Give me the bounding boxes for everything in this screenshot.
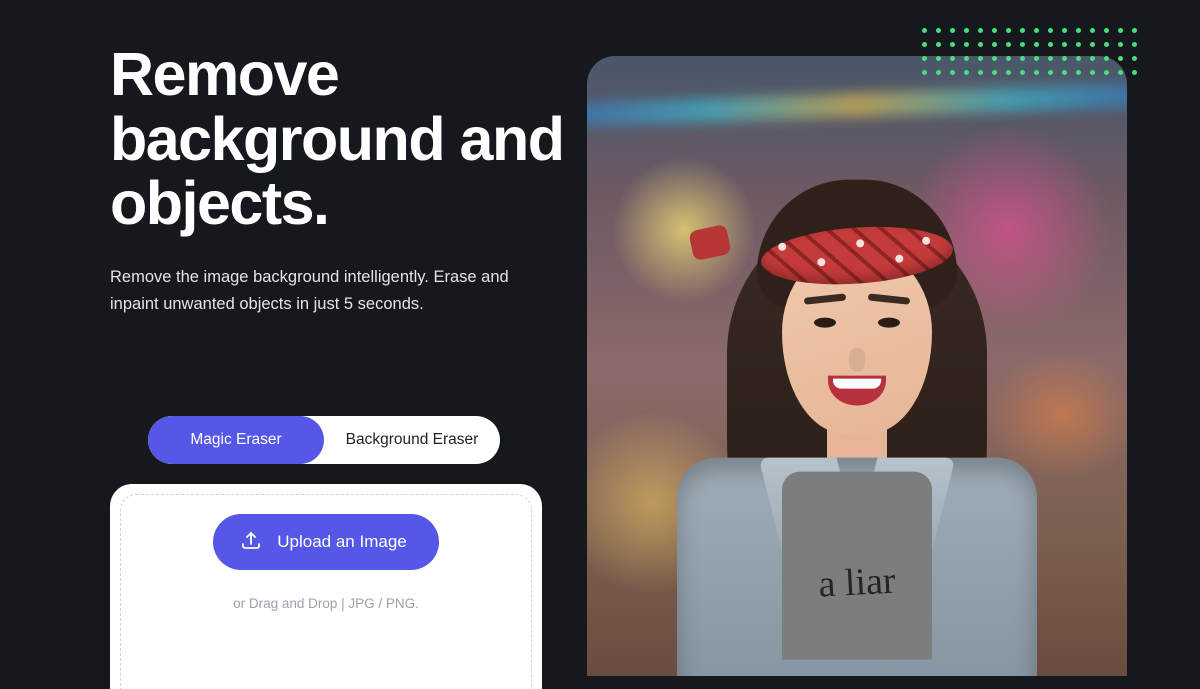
tab-background-eraser[interactable]: Background Eraser bbox=[324, 416, 500, 464]
preview-image: a liar bbox=[587, 56, 1127, 676]
hero-section: Remove background and objects. Remove th… bbox=[110, 42, 580, 318]
tab-magic-eraser[interactable]: Magic Eraser bbox=[148, 416, 324, 464]
upload-drag-hint: or Drag and Drop | JPG / PNG. bbox=[233, 596, 419, 611]
upload-card[interactable]: Upload an Image or Drag and Drop | JPG /… bbox=[110, 484, 542, 689]
mode-tab-switch: Magic Eraser Background Eraser bbox=[148, 416, 500, 464]
decorative-dot-grid bbox=[922, 28, 1140, 78]
upload-button-label: Upload an Image bbox=[277, 532, 406, 552]
upload-icon bbox=[239, 528, 263, 557]
hero-description: Remove the image background intelligentl… bbox=[110, 264, 540, 318]
hero-title: Remove background and objects. bbox=[110, 42, 580, 236]
upload-image-button[interactable]: Upload an Image bbox=[213, 514, 438, 570]
